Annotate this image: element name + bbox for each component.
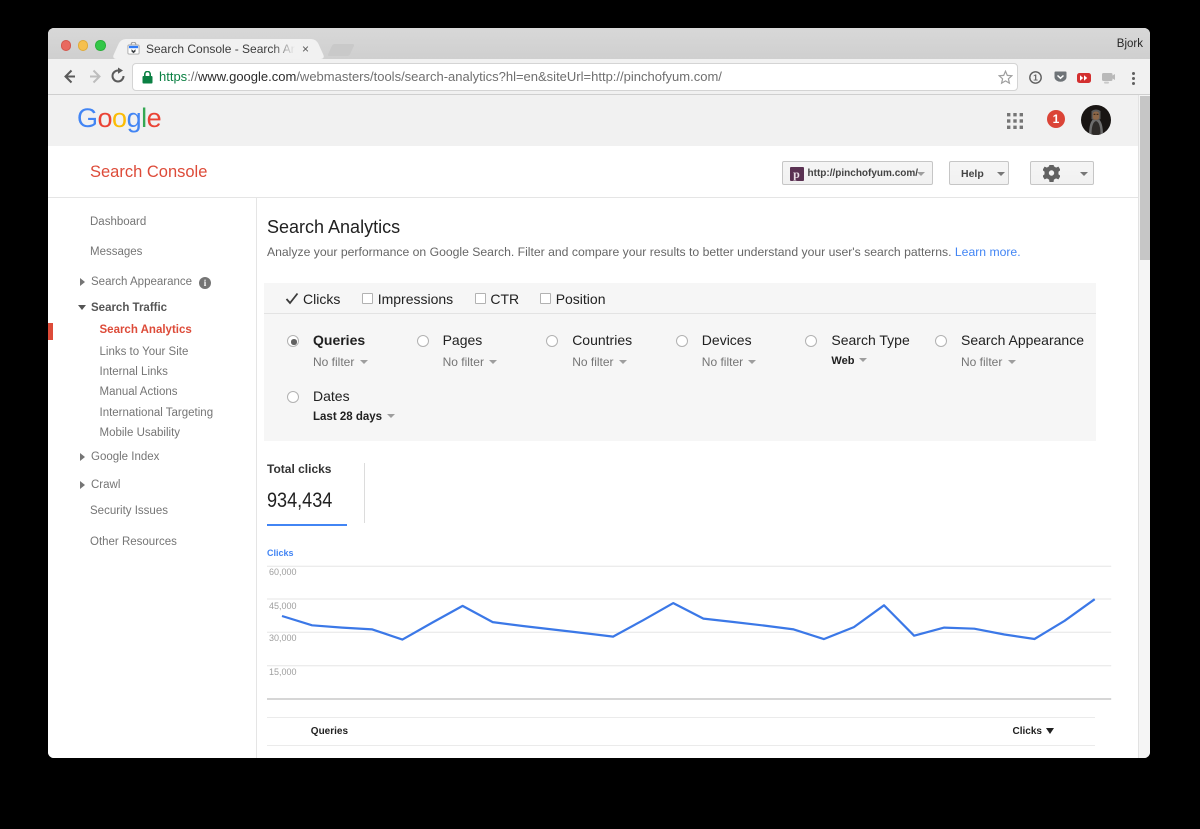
svg-text:1: 1 — [1033, 73, 1038, 83]
